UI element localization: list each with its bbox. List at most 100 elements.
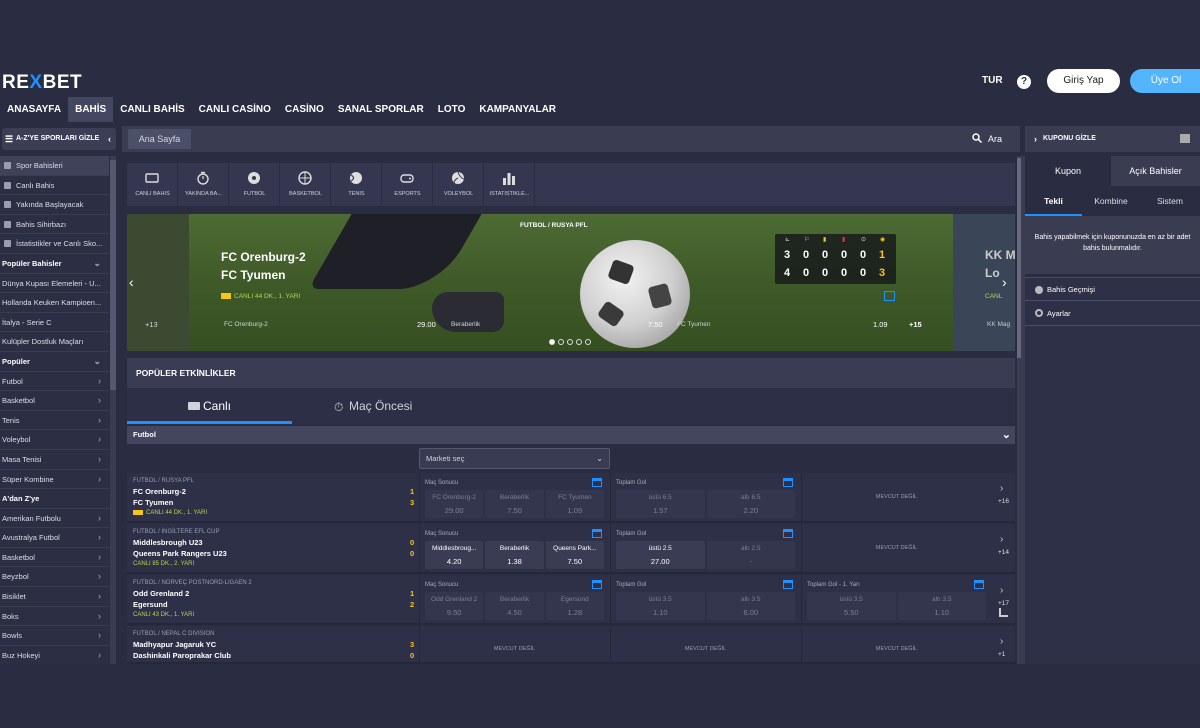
sidebar-item[interactable]: Bowls › [0,626,109,646]
sidebar-item[interactable]: Voleybol › [0,430,109,450]
chevron-right-icon[interactable]: › [1000,483,1003,494]
pagination-dot[interactable] [558,339,564,345]
odds-button[interactable]: FC Tyumen 1.09 [545,490,604,518]
sidebar-item[interactable]: Dünya Kupası Elemeleri - U... [0,274,109,294]
market-stats-icon[interactable] [592,478,602,487]
rexbet-logo[interactable]: REXBET [2,72,82,94]
sport-group-header[interactable]: Futbol ⌄ [127,426,1015,444]
nav-item[interactable]: ANASAYFA [0,97,68,122]
more-markets-count[interactable]: +16 [998,498,1009,505]
event-team1[interactable]: FC Orenburg-2 [133,487,186,496]
pagination-dot[interactable] [567,339,573,345]
hide-sports-toggle[interactable]: ☰ A-Z'YE SPORLARI GİZLE ‹ [2,128,116,150]
stats-icon[interactable] [884,291,895,301]
tab-live-label[interactable]: Canlı [203,399,231,413]
banner-next-arrow[interactable]: › [1002,274,1007,290]
market-stats-icon[interactable] [783,529,793,538]
chevron-right-icon[interactable]: › [1000,534,1003,545]
pagination-dot[interactable] [576,339,582,345]
sidebar-item[interactable]: Kulüpler Dostluk Maçları [0,332,109,352]
sidebar-item[interactable]: Futbol › [0,372,109,392]
help-icon[interactable]: ? [1017,75,1031,89]
event-team1[interactable]: Middlesbrough U23 [133,538,203,547]
content-scroll-thumb[interactable] [1017,158,1021,358]
sidebar-item[interactable]: Canlı Bahis [0,176,109,196]
language-selector[interactable]: TUR [982,75,1003,86]
odds-button[interactable]: altı 2.5 - [706,541,795,569]
sport-tab[interactable]: TENİS [331,163,382,206]
bar-chart-icon[interactable] [999,608,1008,617]
sidebar-scroll-thumb[interactable] [110,160,116,390]
more-markets-count[interactable]: +14 [998,549,1009,556]
subtab-system[interactable]: Sistem [1140,186,1200,216]
odds-button[interactable]: altı 6.5 2.20 [706,490,795,518]
sidebar-item[interactable]: İtalya - Serie C [0,313,109,333]
event-team2[interactable]: FC Tyumen [133,498,173,507]
sport-tab[interactable]: FUTBOL [229,163,280,206]
nav-item[interactable]: LOTO [431,97,473,122]
event-row[interactable] [127,626,1015,664]
login-button[interactable]: Giriş Yap [1047,69,1120,93]
hide-coupon-toggle[interactable]: › KUPONU GİZLE [1025,126,1200,152]
odds-button[interactable]: Middlesbroug... 4.20 [425,541,484,569]
banner-odd1-label[interactable]: FC Orenburg-2 [224,321,268,328]
nav-item[interactable]: CANLI CASİNO [192,97,278,122]
sidebar-item[interactable]: Basketbol › [0,391,109,411]
odds-button[interactable]: FC Orenburg-2 29.00 [425,490,484,518]
banner-pagination[interactable] [549,339,591,345]
banner-odd3-value[interactable]: 1.09 [873,320,888,329]
sidebar-item[interactable]: Bahis Sihirbazı [0,215,109,235]
sidebar-item[interactable]: İstatistikler ve Canlı Sko... [0,234,109,254]
banner-prev-slide[interactable] [127,214,189,351]
sidebar-item[interactable]: Popüler Bahisler ⌄ [0,254,109,274]
odds-button[interactable]: altı 3.5 6.00 [706,592,795,620]
register-button[interactable]: Üye Ol [1130,69,1200,93]
banner-more-markets[interactable]: +15 [909,320,922,329]
more-markets-count[interactable]: +1 [998,651,1005,658]
odds-button[interactable]: üstü 6.5 1.57 [616,490,705,518]
odds-button[interactable]: Egersund 1.28 [545,592,604,620]
odds-button[interactable]: üstü 2.5 27.00 [616,541,705,569]
odds-button[interactable]: Odd Grenland 2 9.50 [425,592,484,620]
sidebar-item[interactable]: Masa Tenisi › [0,450,109,470]
calculator-icon[interactable] [1180,134,1190,143]
subtab-combo[interactable]: Kombine [1082,186,1140,216]
market-stats-icon[interactable] [974,580,984,589]
odds-button[interactable]: üstü 3.5 1.10 [616,592,705,620]
chevron-right-icon[interactable]: › [1000,585,1003,596]
nav-item[interactable]: CANLI BAHİS [113,97,191,122]
banner-odd3-label[interactable]: FC Tyumen [677,321,710,328]
sidebar-item[interactable]: Yakında Başlayacak [0,195,109,215]
banner-odd1-value[interactable]: 29.00 [417,320,436,329]
event-team2[interactable]: Dashinkali Paroprakar Club [133,651,231,660]
market-stats-icon[interactable] [592,529,602,538]
sport-tab[interactable]: İSTATİSTİKLE... [484,163,535,206]
sidebar-item[interactable]: Süper Kombine › [0,470,109,490]
odds-button[interactable]: Beraberlik 1.38 [485,541,544,569]
sport-tab[interactable]: BASKETBOL [280,163,331,206]
tab-prematch-label[interactable]: Maç Öncesi [349,399,412,413]
breadcrumb-home[interactable]: Ana Sayfa [128,129,191,149]
sidebar-item[interactable]: Amerikan Futbolu › [0,509,109,529]
banner-prev-arrow[interactable]: ‹ [129,274,134,290]
market-select[interactable]: Marketi seç ⌄ [419,448,610,469]
odds-button[interactable]: Queens Park... 7.50 [545,541,604,569]
sidebar-item[interactable]: Boks › [0,607,109,627]
nav-item[interactable]: SANAL SPORLAR [331,97,431,122]
event-team2[interactable]: Egersund [133,600,168,609]
banner-odd2-label[interactable]: Beraberlik [451,321,480,328]
sidebar-item[interactable]: A'dan Z'ye [0,489,109,509]
pagination-dot[interactable] [549,339,555,345]
sport-tab[interactable]: VOLEYBOL [433,163,484,206]
tab-coupon[interactable]: Kupon [1025,156,1111,186]
sidebar-item[interactable]: Tenis › [0,411,109,431]
settings-link[interactable]: Ayarlar [1025,301,1200,326]
event-team1[interactable]: Odd Grenland 2 [133,589,189,598]
sidebar-item[interactable]: Avustralya Futbol › [0,528,109,548]
event-team2[interactable]: Queens Park Rangers U23 [133,549,227,558]
sidebar-item[interactable]: Bisiklet › [0,587,109,607]
nav-item[interactable]: KAMPANYALAR [472,97,563,122]
odds-button[interactable]: üstü 3.5 5.50 [807,592,896,620]
sidebar-item[interactable]: Popüler ⌄ [0,352,109,372]
market-stats-icon[interactable] [592,580,602,589]
